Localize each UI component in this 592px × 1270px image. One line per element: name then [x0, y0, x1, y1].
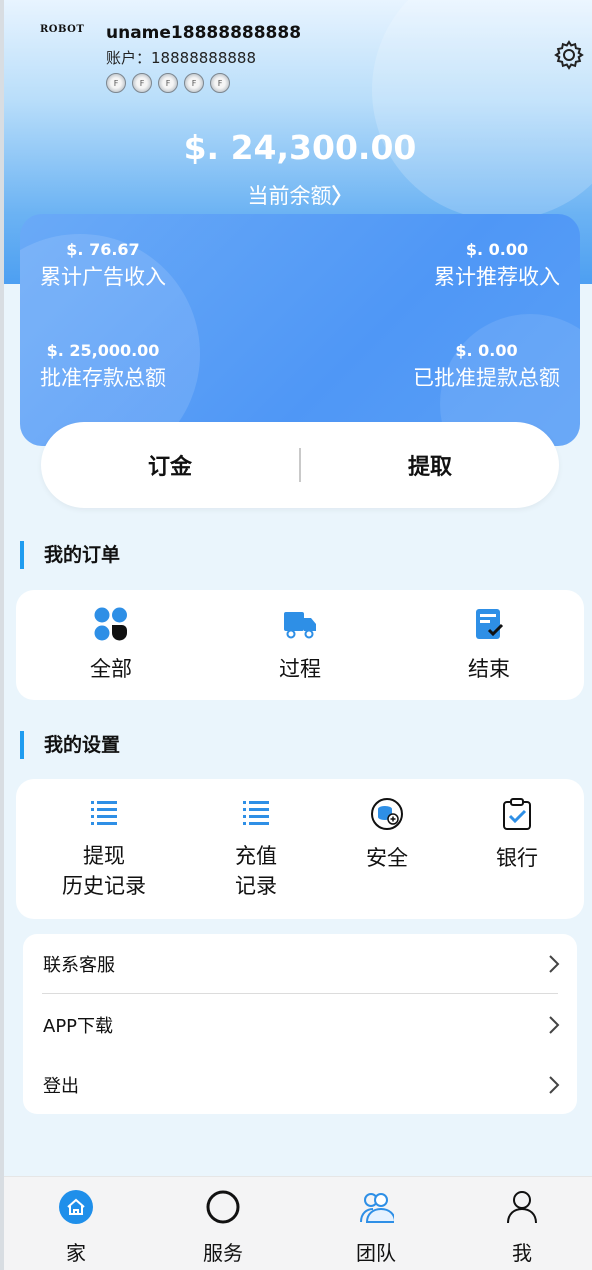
setting-label: 充值 记录 [206, 841, 306, 901]
balance-amount: $. 24,300.00 [183, 128, 417, 167]
gear-icon[interactable] [553, 39, 585, 71]
action-bar: 订金 提取 [41, 422, 559, 508]
badge-icon: F [106, 73, 126, 93]
list-icon [243, 801, 269, 825]
clipboard-check-icon [476, 609, 504, 639]
tab-label: 我 [512, 1241, 532, 1265]
stat-value: $. 25,000.00 [46, 341, 160, 360]
order-label: 过程 [279, 657, 321, 681]
tab-label: 团队 [356, 1241, 396, 1265]
stat-label: 累计广告收入 [40, 265, 166, 289]
order-finished[interactable]: 结束 [439, 606, 539, 684]
orders-section-title: 我的订单 [20, 541, 120, 569]
clipboard-check-icon [503, 798, 531, 830]
tab-team[interactable]: 团队 [316, 1177, 436, 1270]
grid-icon [94, 607, 127, 641]
stat-label: 累计推荐收入 [434, 265, 560, 289]
setting-security[interactable]: 安全 [337, 797, 437, 873]
stat-withdrawal-total: $. 0.00 已批准提款总额 [413, 341, 560, 392]
deposit-button[interactable]: 订金 [41, 449, 299, 481]
menu-item-label: APP下载 [43, 1016, 114, 1037]
balance-label: 当前余额 [247, 184, 332, 208]
order-label: 全部 [90, 657, 132, 681]
setting-label-line2: 记录 [235, 874, 277, 898]
menu-item-contact-support[interactable]: 联系客服 [43, 935, 561, 993]
stat-value: $. 0.00 [465, 240, 529, 259]
tab-label: 服务 [203, 1241, 243, 1265]
team-icon [360, 1193, 394, 1223]
stat-label: 已批准提款总额 [413, 366, 560, 390]
settings-section-title: 我的设置 [20, 731, 120, 759]
setting-label-line2: 历史记录 [62, 874, 146, 898]
setting-label-line1: 提现 [83, 844, 125, 868]
truck-icon [284, 612, 316, 639]
badge-row: F F F F F [106, 73, 230, 93]
order-in-process[interactable]: 过程 [250, 606, 350, 684]
robot-logo: ROBOT [40, 24, 85, 35]
badge-icon: F [158, 73, 178, 93]
home-icon [59, 1190, 93, 1224]
menu-divider [42, 993, 558, 994]
stat-referral-income: $. 0.00 累计推荐收入 [434, 240, 560, 291]
withdraw-button[interactable]: 提取 [301, 449, 559, 481]
setting-label: 银行 [467, 843, 567, 873]
chevron-right-icon [549, 1076, 560, 1094]
setting-recharge-records[interactable]: 充值 记录 [206, 797, 306, 901]
settings-card: 提现 历史记录 充值 记录 安全 银行 [16, 779, 584, 919]
order-label: 结束 [468, 657, 510, 681]
badge-icon: F [184, 73, 204, 93]
balance-link[interactable]: 当前余额〉 [0, 180, 592, 210]
stats-card: $. 76.67 累计广告收入 $. 0.00 累计推荐收入 $. 25,000… [20, 214, 580, 446]
chevron-right-icon [549, 955, 560, 973]
chevron-right-icon: 〉 [331, 184, 353, 208]
circle-icon [206, 1190, 240, 1224]
setting-withdraw-history[interactable]: 提现 历史记录 [54, 797, 154, 901]
coin-plus-icon [371, 798, 403, 830]
stat-ad-income: $. 76.67 累计广告收入 [40, 240, 166, 291]
stat-value: $. 76.67 [66, 240, 140, 259]
account-line: 账户：18888888888 [106, 47, 256, 68]
list-icon [91, 801, 117, 825]
setting-label-line1: 银行 [496, 846, 538, 870]
username: uname18888888888 [106, 23, 302, 43]
badge-icon: F [132, 73, 152, 93]
user-icon [507, 1191, 537, 1224]
setting-label-line1: 安全 [366, 846, 408, 870]
account-value: 18888888888 [151, 49, 256, 67]
tab-me[interactable]: 我 [462, 1177, 582, 1270]
tab-label: 家 [66, 1241, 86, 1265]
stat-label: 批准存款总额 [40, 366, 166, 390]
chevron-right-icon [549, 1016, 560, 1034]
setting-label-line1: 充值 [235, 844, 277, 868]
menu-item-label: 联系客服 [43, 955, 115, 976]
setting-label: 提现 历史记录 [54, 841, 154, 901]
menu-item-label: 登出 [43, 1076, 79, 1097]
account-label: 账户： [106, 49, 152, 67]
stat-value: $. 0.00 [455, 341, 518, 360]
menu-item-app-download[interactable]: APP下载 [43, 996, 561, 1054]
badge-icon: F [210, 73, 230, 93]
order-all[interactable]: 全部 [61, 606, 161, 684]
tab-services[interactable]: 服务 [163, 1177, 283, 1270]
bottom-tab-bar: 家 服务 团队 我 [4, 1176, 592, 1270]
setting-bank[interactable]: 银行 [467, 797, 567, 873]
setting-label: 安全 [337, 843, 437, 873]
orders-card: 全部 过程 结束 [16, 590, 584, 700]
tab-home[interactable]: 家 [16, 1177, 136, 1270]
menu-item-logout[interactable]: 登出 [43, 1056, 561, 1114]
stat-deposit-total: $. 25,000.00 批准存款总额 [40, 341, 166, 392]
